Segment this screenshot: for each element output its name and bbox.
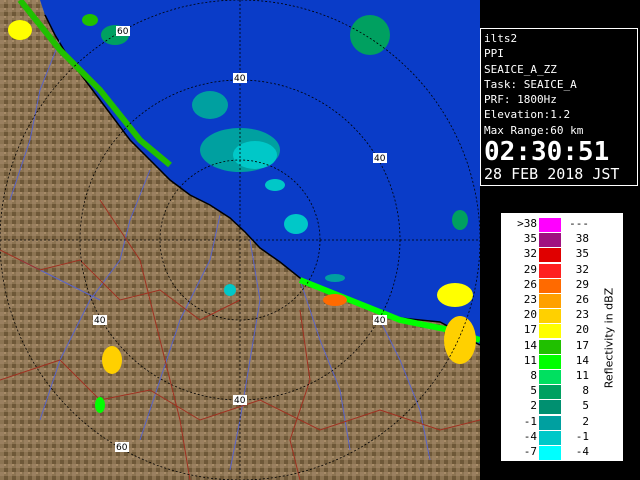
legend-row: 20 23 [501,308,589,324]
scan-info-panel: ilts2 PPI SEAICE_A_ZZ Task: SEAICE_A PRF… [480,28,638,186]
legend-row: 35 38 [501,232,589,248]
legend-color-swatch [539,385,561,400]
ring-label-west-40: 40 [94,316,106,326]
legend-upper-bound: 5 [582,399,589,413]
legend-row: -4 -1 [501,429,589,446]
legend-upper-bound: 2 [582,414,589,428]
legend-lower-bound: -4 [523,429,537,443]
scan-time: 02:30:51 [484,137,610,168]
legend-upper-bound: 26 [575,293,589,306]
scan-date: 28 FEB 2018 JST [484,165,620,184]
legend-lower-bound: 14 [523,338,537,352]
legend-lower-bound: 2 [530,399,537,413]
legend-row: -1 2 [501,414,589,431]
ring-label-north-40: 40 [234,74,246,84]
legend-color-swatch [539,218,561,232]
radar-ppi-display: 60 40 40 40 40 40 60 [0,0,480,480]
legend-row: 29 32 [501,262,589,279]
legend-upper-bound: 29 [575,277,589,291]
legend-color-swatch [539,370,561,384]
ring-label-east-40: 40 [374,154,386,164]
ring-label-southeast-40: 40 [374,316,386,326]
legend-lower-bound: 20 [523,308,537,322]
legend-row: 26 29 [501,277,589,294]
legend-lower-bound: 5 [530,384,537,398]
legend-upper-bound: 35 [575,247,589,261]
legend-color-swatch [539,233,561,248]
legend-lower-bound: 17 [523,323,537,337]
legend-lower-bound: 8 [530,369,537,382]
site-name: ilts2 [484,32,518,45]
legend-upper-bound: 38 [575,232,589,246]
task-name: Task: SEAICE_A [484,77,577,91]
max-range-value: Max Range:60 km [484,123,584,137]
legend-color-swatch [539,309,561,324]
ring-label-south-60: 60 [116,443,128,453]
legend-lower-bound: 32 [523,247,537,261]
legend-title: Reflectivity in dBZ [602,287,616,389]
legend-row: 17 20 [501,323,589,339]
legend-lower-bound: >38 [517,217,537,230]
legend-lower-bound: 29 [523,262,537,276]
legend-lower-bound: 26 [523,277,537,291]
product-type: PPI [484,47,504,61]
legend-upper-bound: -4 [575,445,589,458]
legend-color-swatch [539,294,561,308]
ring-label-south-40: 40 [234,396,246,406]
legend-row: 14 17 [501,338,589,355]
scan-name: SEAICE_A_ZZ [484,62,557,76]
legend-lower-bound: -1 [523,414,537,428]
legend-upper-bound: 20 [575,323,589,337]
legend-color-swatch [539,430,561,445]
legend-upper-bound: 8 [582,384,589,398]
legend-upper-bound: 14 [575,353,589,367]
legend-row: 32 35 [501,247,589,263]
legend-color-swatch [539,324,561,339]
legend-upper-bound: --- [569,217,589,230]
reflectivity-legend: >38 --- 35 38 32 35 29 32 26 29 23 26 20 23 17 20 14 17 11… [500,212,624,462]
legend-color-swatch [539,248,561,263]
legend-lower-bound: 11 [523,353,537,367]
legend-color-swatch [539,278,561,293]
legend-upper-bound: 23 [575,308,589,322]
legend-color-swatch [539,415,561,430]
legend-color-swatch [539,339,561,354]
legend-row: -7 -4 [501,445,589,461]
legend-row: >38 --- [501,217,589,233]
legend-lower-bound: -7 [523,445,537,458]
legend-upper-bound: 11 [575,369,589,382]
legend-row: 25 [501,399,589,415]
elevation-value: Elevation:1.2 [484,108,571,122]
ring-label-north-60: 60 [117,27,129,37]
legend-lower-bound: 35 [523,232,537,246]
legend-upper-bound: -1 [575,429,589,443]
legend-color-swatch [539,263,561,278]
legend-row: 58 [501,384,589,400]
legend-upper-bound: 32 [575,262,589,276]
legend-row: 23 26 [501,293,589,309]
legend-color-swatch [539,400,561,415]
legend-upper-bound: 17 [575,338,589,352]
prf-value: PRF: 1800Hz [484,93,557,107]
legend-row: 8 11 [501,369,589,385]
legend-lower-bound: 23 [523,293,537,306]
legend-color-swatch [539,354,561,369]
legend-color-swatch [539,446,561,460]
legend-row: 11 14 [501,353,589,370]
